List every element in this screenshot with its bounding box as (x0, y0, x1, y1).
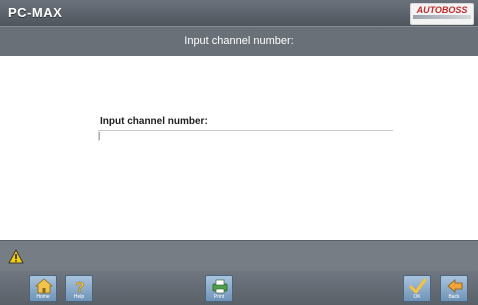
help-button-label: Help (73, 294, 85, 300)
brand-name: PC-MAX (8, 5, 63, 20)
title-bar: Input channel number: (0, 26, 478, 57)
app-window: PC-MAX AUTOBOSS Input channel number: In… (0, 0, 478, 305)
back-icon (447, 279, 463, 293)
toolbar: Home ? Help Print OK Back (0, 271, 478, 305)
page-title: Input channel number: (184, 35, 294, 47)
print-button-label: Print (213, 294, 225, 300)
help-button[interactable]: ? Help (65, 275, 93, 302)
home-button-label: Home (36, 294, 50, 300)
content-area: Input channel number: (0, 56, 478, 240)
logo-text: AUTOBOSS (416, 5, 468, 15)
help-icon: ? (75, 279, 85, 294)
status-bar (0, 240, 478, 272)
channel-number-input[interactable] (98, 130, 393, 141)
ok-button-label: OK (413, 294, 421, 300)
back-button[interactable]: Back (440, 275, 468, 302)
warning-icon (8, 249, 24, 264)
ok-button[interactable]: OK (403, 275, 431, 302)
home-icon (35, 278, 53, 294)
autoboss-logo: AUTOBOSS (410, 3, 474, 25)
brand-bar: PC-MAX AUTOBOSS (0, 0, 478, 26)
channel-number-label: Input channel number: (100, 116, 208, 127)
print-button[interactable]: Print (205, 275, 233, 302)
check-icon (409, 278, 427, 294)
home-button[interactable]: Home (29, 275, 57, 302)
print-icon (212, 279, 228, 294)
svg-text:?: ? (75, 279, 84, 294)
logo-underline (413, 15, 471, 19)
back-button-label: Back (448, 294, 460, 300)
text-cursor (99, 132, 100, 140)
